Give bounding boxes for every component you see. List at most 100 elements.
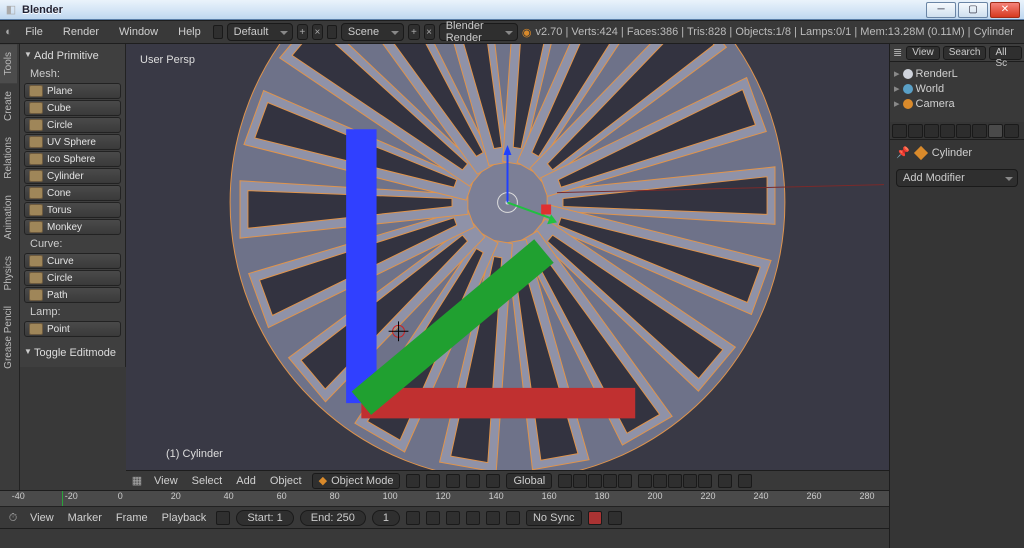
close-button[interactable]: ✕ <box>990 2 1020 18</box>
outliner-editor-icon[interactable]: ≣ <box>892 46 903 60</box>
add-mesh-plane[interactable]: Plane <box>24 83 121 99</box>
add-mesh-torus[interactable]: Torus <box>24 202 121 218</box>
vtab-physics[interactable]: Physics <box>0 248 17 298</box>
outliner-view[interactable]: View <box>906 46 940 60</box>
orientation-dropdown[interactable]: Global <box>506 473 552 489</box>
tl-marker[interactable]: Marker <box>64 512 106 524</box>
viewport-3d[interactable]: User Persp (1) Cylinder <box>126 44 889 470</box>
primitive-icon <box>29 323 43 335</box>
outliner-row-camera[interactable]: ▸Camera <box>894 96 1020 111</box>
hdr-object[interactable]: Object <box>266 475 306 487</box>
scene-icon[interactable] <box>327 25 337 39</box>
primitive-icon <box>29 119 43 131</box>
jump-end-icon[interactable] <box>506 511 520 525</box>
timeline-ruler[interactable]: -40-200204060801001201401601802002202402… <box>0 491 889 507</box>
manipulator-scale-icon[interactable] <box>486 474 500 488</box>
add-mesh-monkey[interactable]: Monkey <box>24 219 121 235</box>
props-object-name: Cylinder <box>932 147 972 159</box>
pin-icon[interactable]: 📌 <box>896 146 910 159</box>
outliner: ≣ View Search All Sc ▸RenderL▸World▸Came… <box>889 44 1024 122</box>
tl-view[interactable]: View <box>26 512 58 524</box>
info-bar <box>0 528 1024 548</box>
play-reverse-icon[interactable] <box>446 511 460 525</box>
add-mesh-cube[interactable]: Cube <box>24 100 121 116</box>
vtab-tools[interactable]: Tools <box>0 44 17 83</box>
keyframe-prev-icon[interactable] <box>426 511 440 525</box>
layout-expand-icon[interactable] <box>213 25 223 39</box>
tl-autokey-icon[interactable] <box>216 511 230 525</box>
vtab-grease[interactable]: Grease Pencil <box>0 298 17 377</box>
primitive-icon <box>29 289 43 301</box>
menu-file[interactable]: File <box>17 24 51 40</box>
panel-toggle-editmode[interactable]: Toggle Editmode <box>24 345 121 363</box>
primitive-icon <box>29 136 43 148</box>
axis-mini-icon <box>132 38 895 464</box>
ptab-layers[interactable] <box>908 124 923 138</box>
pivot-icon[interactable] <box>426 474 440 488</box>
ptab-object[interactable] <box>956 124 971 138</box>
add-curve-curve[interactable]: Curve <box>24 253 121 269</box>
primitive-icon <box>29 170 43 182</box>
manipulator-rotate-icon[interactable] <box>466 474 480 488</box>
blender-icon[interactable]: ◐ <box>4 25 13 39</box>
ptab-modifiers[interactable] <box>988 124 1003 138</box>
keyframe-next-icon[interactable] <box>486 511 500 525</box>
start-frame-field[interactable]: Start: 1 <box>236 510 293 526</box>
outliner-row-world[interactable]: ▸World <box>894 81 1020 96</box>
blender-logo-icon: ◉ <box>522 25 532 39</box>
hdr-select[interactable]: Select <box>188 475 227 487</box>
properties-panel: 📌 Cylinder Add Modifier <box>889 122 1024 548</box>
mode-dropdown[interactable]: ◆Object Mode <box>312 473 401 489</box>
add-mesh-circle[interactable]: Circle <box>24 117 121 133</box>
props-breadcrumb: 📌 Cylinder <box>896 146 1018 159</box>
hdr-view[interactable]: View <box>150 475 182 487</box>
add-curve-circle[interactable]: Circle <box>24 270 121 286</box>
ptab-data[interactable] <box>1004 124 1019 138</box>
play-icon[interactable] <box>466 511 480 525</box>
vtab-animation[interactable]: Animation <box>0 187 17 247</box>
curve-section-label: Curve: <box>24 236 121 253</box>
app-icon: ◧ <box>4 3 18 17</box>
vtab-relations[interactable]: Relations <box>0 129 17 187</box>
shading-icon[interactable] <box>406 474 420 488</box>
render-preview-icon[interactable] <box>738 474 752 488</box>
end-frame-field[interactable]: End: 250 <box>300 510 366 526</box>
menu-render[interactable]: Render <box>55 24 107 40</box>
record-icon[interactable] <box>588 511 602 525</box>
add-mesh-cylinder[interactable]: Cylinder <box>24 168 121 184</box>
ptab-scene[interactable] <box>924 124 939 138</box>
timeline-editor-icon[interactable]: ⏱ <box>6 511 20 525</box>
manipulator-translate-icon[interactable] <box>446 474 460 488</box>
datablock-icon <box>903 84 913 94</box>
tl-playback[interactable]: Playback <box>158 512 211 524</box>
panel-add-primitive[interactable]: Add Primitive <box>24 48 121 66</box>
add-modifier-dropdown[interactable]: Add Modifier <box>896 169 1018 187</box>
add-curve-path[interactable]: Path <box>24 287 121 303</box>
win-titlebar: ◧ Blender ─ ▢ ✕ <box>0 0 1024 20</box>
primitive-icon <box>29 153 43 165</box>
add-mesh-ico-sphere[interactable]: Ico Sphere <box>24 151 121 167</box>
maximize-button[interactable]: ▢ <box>958 2 988 18</box>
ptab-world[interactable] <box>940 124 955 138</box>
ptab-constraints[interactable] <box>972 124 987 138</box>
tl-frame[interactable]: Frame <box>112 512 152 524</box>
outliner-filter[interactable]: All Sc <box>989 46 1022 60</box>
editor-type-icon[interactable]: ▦ <box>130 474 144 488</box>
layers-widget[interactable] <box>558 474 712 488</box>
hdr-add[interactable]: Add <box>232 475 260 487</box>
current-frame-field[interactable]: 1 <box>372 510 400 526</box>
sync-dropdown[interactable]: No Sync <box>526 510 582 526</box>
outliner-header: ≣ View Search All Sc <box>890 44 1024 62</box>
keying-set-icon[interactable] <box>608 511 622 525</box>
outliner-tree[interactable]: ▸RenderL▸World▸Camera <box>890 62 1024 115</box>
toolshelf: Add Primitive Mesh: PlaneCubeCircleUV Sp… <box>20 44 126 367</box>
minimize-button[interactable]: ─ <box>926 2 956 18</box>
ptab-render[interactable] <box>892 124 907 138</box>
add-lamp-point[interactable]: Point <box>24 321 121 337</box>
add-mesh-uv-sphere[interactable]: UV Sphere <box>24 134 121 150</box>
add-mesh-cone[interactable]: Cone <box>24 185 121 201</box>
jump-start-icon[interactable] <box>406 511 420 525</box>
vtab-create[interactable]: Create <box>0 83 17 129</box>
outliner-search[interactable]: Search <box>943 46 987 60</box>
snap-icon[interactable] <box>718 474 732 488</box>
